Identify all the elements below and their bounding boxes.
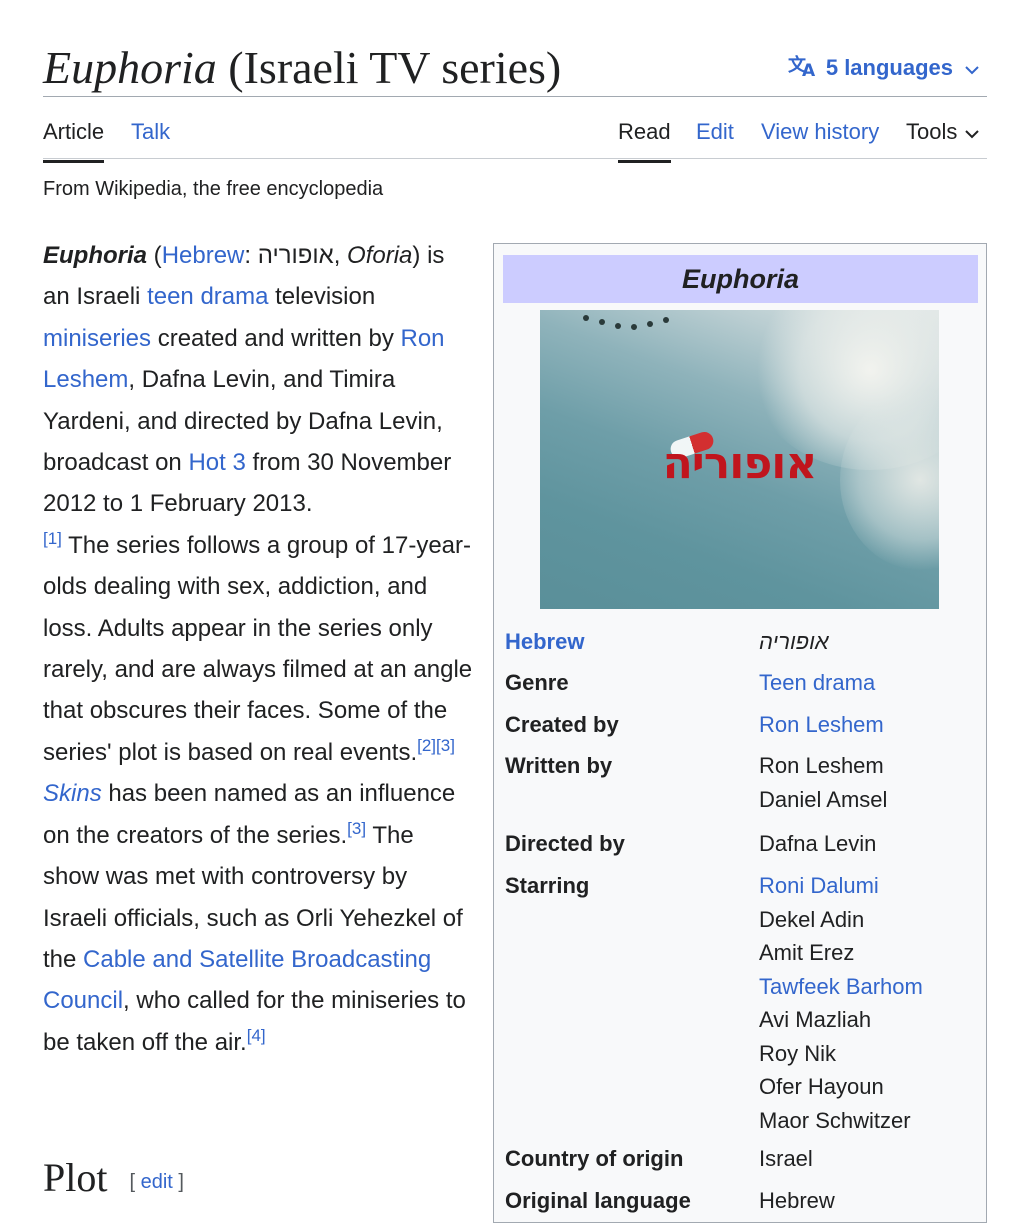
infobox-value: Ron Leshem [759, 708, 989, 742]
ref-1[interactable]: [1] [43, 529, 62, 548]
infobox-label: Directed by [505, 831, 625, 856]
link-hebrew[interactable]: Hebrew [162, 242, 245, 269]
lead-text: The series follows a group of 17-year-ol… [43, 531, 473, 766]
lead-hebrew-text: : אופוריה, [244, 242, 348, 269]
tab-read[interactable]: Read [618, 118, 671, 163]
ref-2[interactable]: [2] [417, 736, 436, 755]
infobox-value: Teen drama [759, 666, 989, 700]
infobox-value-text: Dafna Levin [759, 831, 877, 856]
section-heading-plot: Plot [ edit ] [43, 1153, 184, 1207]
infobox-value-text: Israel [759, 1146, 813, 1171]
tab-view-history[interactable]: View history [761, 118, 879, 146]
section-edit-link: [ edit ] [129, 1171, 184, 1193]
tab-edit[interactable]: Edit [696, 118, 734, 146]
infobox-label: Genre [505, 670, 569, 695]
infobox-value-link[interactable]: Roni Dalumi [759, 869, 989, 903]
infobox-value-link[interactable]: Ron Leshem [759, 708, 989, 742]
infobox-value-link[interactable]: Tawfeek Barhom [759, 970, 989, 1004]
title-divider [43, 96, 987, 97]
infobox-value: Dafna Levin [759, 827, 989, 861]
infobox-value-text: Maor Schwitzer [759, 1107, 911, 1133]
page-tabs: Article Talk Read Edit View history Tool… [43, 104, 987, 163]
lead-title-text: Euphoria [43, 242, 148, 269]
infobox-value-text: Amit Erez [759, 940, 855, 965]
infobox-title: Euphoria [503, 255, 978, 303]
infobox-label[interactable]: Hebrew [505, 625, 755, 659]
infobox-value-text: Hebrew [759, 1188, 835, 1213]
infobox-value-text: Avi Mazliah [759, 1007, 872, 1032]
infobox-label: Starring [505, 873, 590, 898]
lead-paragraph: Euphoria (Hebrew: אופוריה, Oforia) is an… [43, 242, 473, 1056]
languages-button[interactable]: 文A 5 languages [788, 52, 987, 84]
page-title-rest: (Israeli TV series) [228, 42, 562, 93]
section-edit-button[interactable]: edit [141, 1171, 173, 1193]
infobox-value-text: Roy Nik [759, 1040, 837, 1066]
site-tagline: From Wikipedia, the free encyclopedia [43, 178, 384, 200]
svg-text:A: A [802, 61, 816, 78]
infobox-value-text: Ofer Hayoun [759, 1074, 884, 1099]
link-teen-drama[interactable]: teen drama [147, 283, 268, 310]
infobox-label: Country of origin [505, 1146, 684, 1171]
chevron-down-icon [957, 118, 980, 146]
tools-menu[interactable]: Tools [906, 118, 980, 146]
title-row: Euphoria (Israeli TV series) 文A 5 langua… [43, 36, 987, 96]
lead-bold-title: Euphoria [43, 242, 147, 269]
infobox-value-text: Daniel Amsel [759, 786, 888, 812]
infobox-value: Roni Dalumi Dekel Adin Amit Erez Tawfeek Ba… [759, 869, 989, 1137]
languages-label: 5 languages [825, 55, 953, 80]
infobox-image[interactable]: אופוריה [540, 310, 939, 609]
ref-3[interactable]: [3] [436, 736, 455, 755]
tab-article[interactable]: Article [43, 118, 105, 163]
link-hot3[interactable]: Hot 3 [188, 449, 245, 476]
page-title-italic: Euphoria [43, 42, 217, 93]
infobox-value: Hebrew [759, 1184, 989, 1218]
image-dots [583, 315, 669, 330]
skins-text: Skins [43, 780, 102, 808]
infobox-value-text: Ron Leshem [759, 753, 884, 778]
edit-bracket-open: [ [129, 1170, 141, 1193]
infobox-label: Created by [505, 712, 619, 737]
edit-bracket-close: ] [172, 1170, 184, 1193]
tabs-divider [43, 158, 987, 159]
tab-talk[interactable]: Talk [131, 118, 170, 146]
infobox: Euphoria אופוריה Hebrew אופוריה Genre Teen … [493, 243, 987, 1223]
infobox-value-text: אופוריה [759, 629, 829, 654]
section-heading-text: Plot [43, 1155, 108, 1200]
image-logo-text: אופוריה [662, 438, 818, 489]
infobox-value: Ron Leshem Daniel Amsel [759, 749, 989, 816]
link-miniseries[interactable]: miniseries [43, 325, 151, 352]
infobox-label: Original language [505, 1188, 691, 1213]
link-skins[interactable]: Skins [43, 780, 102, 807]
ref-3[interactable]: [3] [347, 819, 366, 838]
ref-4[interactable]: [4] [247, 1026, 266, 1045]
chevron-down-icon [965, 55, 987, 81]
translate-icon: 文A [788, 52, 826, 84]
tools-label: Tools [906, 119, 958, 144]
page-title: Euphoria (Israeli TV series) [43, 38, 561, 98]
infobox-value-text: Dekel Adin [759, 906, 865, 932]
lead-text: created and written by [151, 324, 401, 352]
infobox-value: אופוריה [759, 625, 989, 659]
infobox-value-link[interactable]: Teen drama [759, 666, 989, 700]
infobox-label: Written by [505, 753, 613, 778]
infobox-value: Israel [759, 1142, 989, 1176]
lead-oforia: Oforia [347, 242, 413, 269]
lead-text: television [268, 283, 376, 311]
